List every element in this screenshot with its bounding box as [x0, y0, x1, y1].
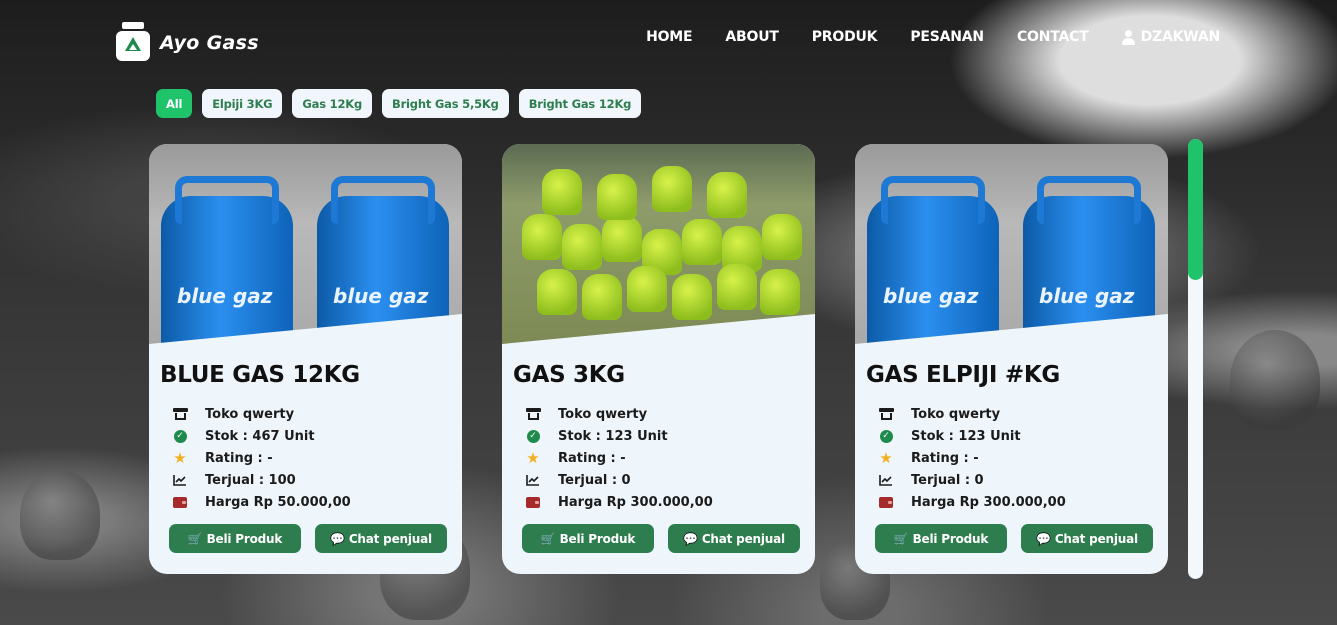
gas-cylinder-logo-icon — [114, 22, 152, 64]
brand-logo[interactable]: Ayo Gass — [114, 22, 259, 64]
navbar: Ayo Gass HOME ABOUT PRODUK PESANAN CONTA… — [0, 0, 1337, 80]
chat-label: Chat penjual — [701, 531, 785, 546]
product-stock: Stok : 467 Unit — [205, 428, 315, 444]
store-icon — [525, 408, 541, 420]
product-info: Toko qwerty ✓ Stok : 123 Unit ★ Rating : -… — [525, 403, 713, 513]
chat-seller-button[interactable]: 💬 Chat penjual — [315, 524, 447, 553]
nav-about[interactable]: ABOUT — [725, 29, 779, 45]
product-sold: Terjual : 100 — [205, 472, 296, 488]
nav-produk[interactable]: PRODUK — [812, 29, 878, 45]
product-title: GAS 3KG — [513, 362, 625, 388]
main-menu: HOME ABOUT PRODUK PESANAN CONTACT DZAKWA… — [613, 29, 1220, 45]
user-name: DZAKWAN — [1140, 29, 1221, 45]
chat-label: Chat penjual — [348, 531, 432, 546]
background-tank — [20, 470, 100, 560]
cart-icon: 🛒 — [893, 531, 909, 546]
cart-icon: 🛒 — [540, 531, 556, 546]
user-icon — [1121, 29, 1135, 45]
filter-elpiji-3kg[interactable]: Elpiji 3KG — [202, 89, 283, 118]
product-stock: Stok : 123 Unit — [911, 428, 1021, 444]
nav-home[interactable]: HOME — [646, 29, 693, 45]
store-icon — [172, 408, 188, 420]
nav-user[interactable]: DZAKWAN — [1121, 29, 1221, 45]
background-tank — [1230, 330, 1320, 430]
chart-line-icon — [173, 474, 187, 486]
brand-name: Ayo Gass — [160, 32, 259, 54]
product-price: Harga Rp 300.000,00 — [911, 494, 1066, 510]
check-circle-icon: ✓ — [173, 429, 187, 443]
filter-all[interactable]: All — [156, 89, 193, 118]
filter-gas-12kg[interactable]: Gas 12Kg — [292, 89, 373, 118]
product-store: Toko qwerty — [558, 406, 648, 422]
product-sold: Terjual : 0 — [558, 472, 631, 488]
comment-icon: 💬 — [683, 531, 698, 546]
buy-label: Beli Produk — [559, 531, 636, 546]
product-image: blue gaz blue gaz — [149, 144, 462, 344]
buy-product-button[interactable]: 🛒 Beli Produk — [169, 524, 301, 553]
filter-bright-gas-5-5kg[interactable]: Bright Gas 5,5Kg — [382, 89, 509, 118]
star-icon: ★ — [526, 449, 540, 467]
buy-product-button[interactable]: 🛒 Beli Produk — [522, 524, 654, 553]
wallet-icon — [879, 496, 893, 508]
product-info: Toko qwerty ✓ Stok : 123 Unit ★ Rating : -… — [878, 403, 1066, 513]
product-image — [502, 144, 815, 344]
scrollbar-thumb[interactable] — [1188, 139, 1203, 280]
product-price: Harga Rp 50.000,00 — [205, 494, 351, 510]
product-rating: Rating : - — [558, 450, 626, 466]
store-icon — [878, 408, 894, 420]
nav-contact[interactable]: CONTACT — [1017, 29, 1089, 45]
cart-icon: 🛒 — [187, 531, 203, 546]
product-rating: Rating : - — [205, 450, 273, 466]
chat-seller-button[interactable]: 💬 Chat penjual — [1021, 524, 1153, 553]
product-image: blue gaz blue gaz — [855, 144, 1168, 344]
chart-line-icon — [526, 474, 540, 486]
product-title: BLUE GAS 12KG — [160, 362, 360, 388]
filter-bright-gas-12kg[interactable]: Bright Gas 12Kg — [518, 89, 642, 118]
buy-label: Beli Produk — [206, 531, 283, 546]
product-card: GAS 3KG Toko qwerty ✓ Stok : 123 Unit ★ Ra… — [502, 144, 815, 574]
category-filters: All Elpiji 3KG Gas 12Kg Bright Gas 5,5Kg… — [156, 89, 651, 118]
wallet-icon — [173, 496, 187, 508]
product-store: Toko qwerty — [911, 406, 1001, 422]
product-price: Harga Rp 300.000,00 — [558, 494, 713, 510]
star-icon: ★ — [173, 449, 187, 467]
chart-line-icon — [879, 474, 893, 486]
comment-icon: 💬 — [330, 531, 345, 546]
product-store: Toko qwerty — [205, 406, 295, 422]
product-list-scrollbar[interactable] — [1188, 139, 1203, 579]
product-card: blue gaz blue gaz GAS ELPIJI #KG Toko qw… — [855, 144, 1168, 574]
product-sold: Terjual : 0 — [911, 472, 984, 488]
comment-icon: 💬 — [1036, 531, 1051, 546]
nav-pesanan[interactable]: PESANAN — [910, 29, 984, 45]
star-icon: ★ — [879, 449, 893, 467]
product-info: Toko qwerty ✓ Stok : 467 Unit ★ Rating : -… — [172, 403, 351, 513]
buy-label: Beli Produk — [912, 531, 989, 546]
product-title: GAS ELPIJI #KG — [866, 362, 1060, 388]
chat-seller-button[interactable]: 💬 Chat penjual — [668, 524, 800, 553]
chat-label: Chat penjual — [1054, 531, 1138, 546]
product-stock: Stok : 123 Unit — [558, 428, 668, 444]
check-circle-icon: ✓ — [526, 429, 540, 443]
product-rating: Rating : - — [911, 450, 979, 466]
wallet-icon — [526, 496, 540, 508]
check-circle-icon: ✓ — [879, 429, 893, 443]
buy-product-button[interactable]: 🛒 Beli Produk — [875, 524, 1007, 553]
product-card: blue gaz blue gaz BLUE GAS 12KG Toko qwe… — [149, 144, 462, 574]
